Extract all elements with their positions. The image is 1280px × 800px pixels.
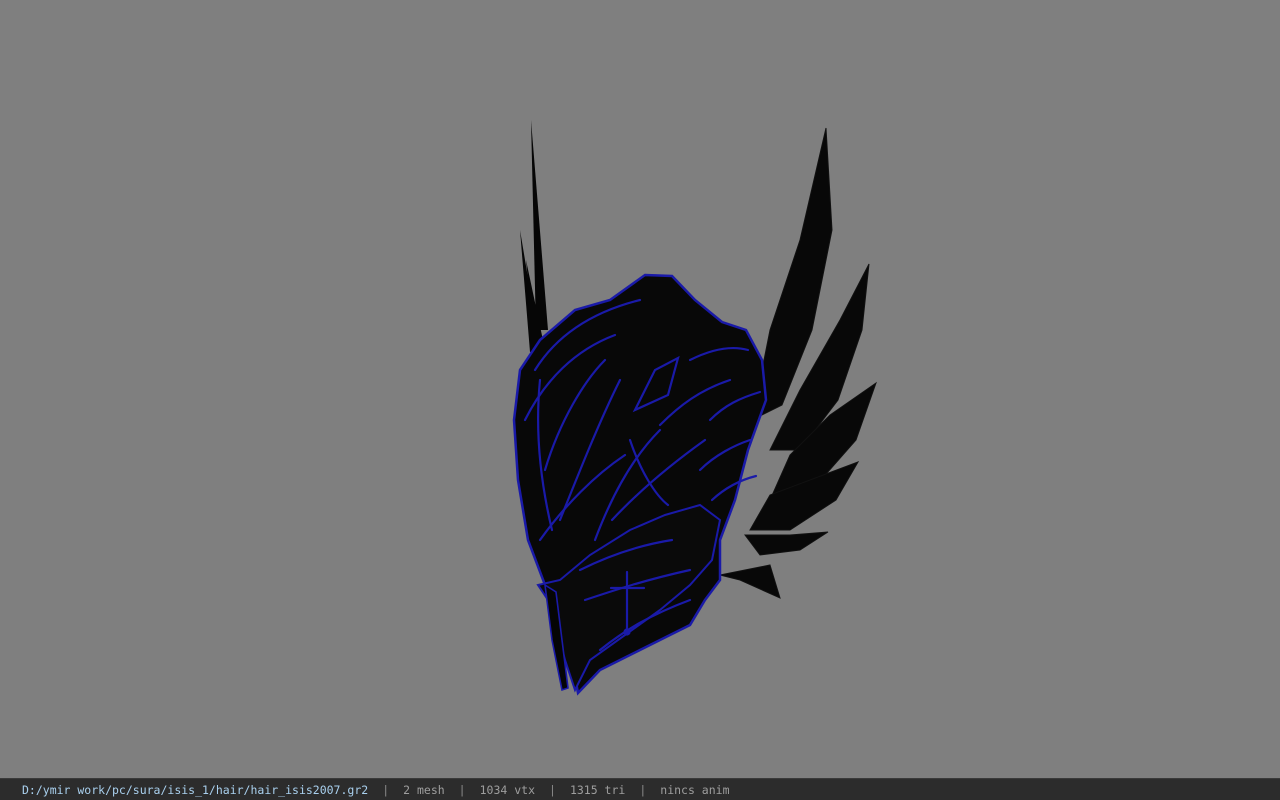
file-path-label: D:/ymir work/pc/sura/isis_1/hair/hair_is… <box>22 782 369 797</box>
animation-status: nincs anim <box>660 782 730 797</box>
helmet-model[interactable] <box>0 0 1280 778</box>
separator: | <box>639 782 647 797</box>
separator: | <box>549 782 556 797</box>
vertex-count: 1034 vtx <box>479 782 535 797</box>
status-bar: D:/ymir work/pc/sura/isis_1/hair/hair_is… <box>0 778 1280 800</box>
3d-viewport[interactable] <box>0 0 1280 778</box>
separator: | <box>458 782 466 797</box>
separator: | <box>382 782 390 797</box>
mesh-count: 2 mesh <box>403 782 445 797</box>
helmet-body <box>512 273 768 696</box>
triangle-count: 1315 tri <box>569 782 626 797</box>
helmet-spikes <box>520 120 548 352</box>
